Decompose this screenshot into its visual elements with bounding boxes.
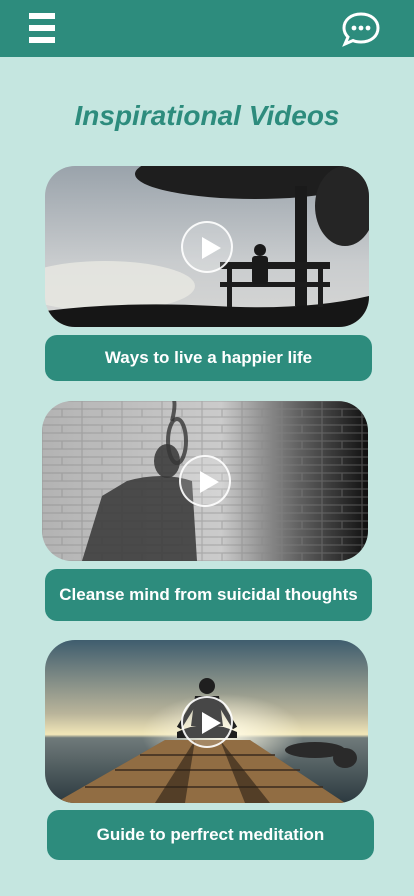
play-icon[interactable] <box>181 220 233 273</box>
menu-line <box>29 25 55 31</box>
menu-line <box>29 37 55 43</box>
chat-bubble-icon[interactable] <box>341 11 381 47</box>
play-icon[interactable] <box>180 695 233 748</box>
video-thumbnail-happier-life[interactable] <box>45 166 369 327</box>
top-bar <box>0 0 414 57</box>
video-title-suicidal-thoughts[interactable]: Cleanse mind from suicidal thoughts <box>45 569 372 621</box>
video-title-happier-life[interactable]: Ways to live a happier life <box>45 335 372 381</box>
play-icon[interactable] <box>179 455 231 507</box>
video-thumbnail-meditation[interactable] <box>45 640 368 803</box>
page-title: Inspirational Videos <box>74 100 340 131</box>
video-thumbnail-suicidal-thoughts[interactable] <box>42 401 368 561</box>
video-title-meditation[interactable]: Guide to perfrect meditation <box>47 810 374 860</box>
menu-line <box>29 13 55 19</box>
hamburger-menu-icon[interactable] <box>29 13 55 45</box>
